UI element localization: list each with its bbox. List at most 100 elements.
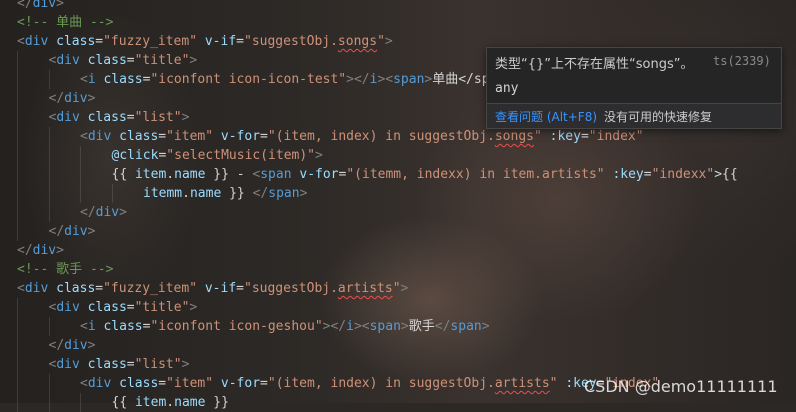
code-token: = bbox=[158, 129, 167, 144]
indent-guide bbox=[17, 146, 49, 165]
code-token: " bbox=[377, 34, 385, 49]
code-token: v-for bbox=[299, 167, 339, 182]
code-token: = bbox=[158, 376, 167, 391]
code-line[interactable]: </div> bbox=[17, 89, 95, 108]
code-token: </ bbox=[434, 319, 451, 334]
code-token: div bbox=[95, 205, 120, 220]
code-token: name bbox=[189, 186, 222, 201]
code-token: < bbox=[80, 319, 88, 334]
code-token: "list" bbox=[134, 110, 182, 125]
code-token: div bbox=[24, 281, 49, 296]
code-token: "item" bbox=[166, 376, 214, 391]
code-token: > bbox=[181, 357, 190, 372]
code-line[interactable]: </div> bbox=[17, 222, 95, 241]
code-token: span bbox=[393, 72, 425, 87]
code-token: item bbox=[134, 167, 167, 182]
indent-guide bbox=[17, 108, 49, 127]
code-token: div bbox=[56, 110, 80, 125]
code-line[interactable]: <div class="list"> bbox=[17, 355, 189, 374]
code-token: class bbox=[103, 319, 143, 334]
code-token: div bbox=[64, 338, 88, 353]
code-line[interactable]: </div> bbox=[17, 203, 127, 222]
indent-guide bbox=[48, 184, 81, 203]
error-squiggle-token: songs bbox=[494, 129, 534, 144]
code-token: v-for bbox=[220, 129, 261, 144]
code-token: :key bbox=[549, 129, 581, 144]
code-token: v-if bbox=[204, 34, 237, 49]
code-token: > bbox=[181, 110, 190, 125]
code-token: > bbox=[384, 34, 393, 49]
code-token: "suggestObj. bbox=[244, 34, 338, 49]
code-token: = bbox=[126, 357, 135, 372]
code-line[interactable]: <div class="item" v-for="(item, index) i… bbox=[17, 127, 644, 146]
code-line[interactable]: <div class="item" v-for="(item, index) i… bbox=[17, 374, 659, 393]
code-token: "title" bbox=[134, 300, 190, 315]
code-token: "indexx" bbox=[651, 167, 715, 182]
code-token: > bbox=[119, 205, 127, 220]
code-token: > bbox=[299, 186, 308, 201]
code-token: "item" bbox=[166, 129, 214, 144]
code-token: = bbox=[126, 110, 135, 125]
code-token: }} - bbox=[205, 167, 253, 182]
code-line[interactable]: {{ item.name }} - <span v-for="(itemm, i… bbox=[17, 165, 738, 184]
code-token: </ bbox=[252, 186, 269, 201]
code-token: </ bbox=[48, 224, 65, 239]
code-token: @click bbox=[111, 148, 159, 163]
view-problem-link[interactable]: 查看问题 (Alt+F8) bbox=[495, 108, 597, 125]
code-token: "iconfont icon-geshou" bbox=[150, 319, 323, 334]
code-token: class bbox=[87, 357, 127, 372]
code-line[interactable]: <i class="iconfont icon-geshou"></i><spa… bbox=[17, 317, 490, 336]
indent-guide bbox=[17, 222, 49, 241]
code-token: > bbox=[87, 338, 96, 353]
code-token: div bbox=[56, 300, 80, 315]
code-token: < bbox=[17, 281, 25, 296]
code-line[interactable]: </div> bbox=[17, 241, 64, 260]
code-token: span bbox=[450, 319, 482, 334]
code-line[interactable]: <div class="list"> bbox=[17, 108, 189, 127]
code-line[interactable]: <!-- 单曲 --> bbox=[17, 13, 113, 32]
code-line[interactable]: <div class="title"> bbox=[17, 298, 197, 317]
code-token: "iconfont icon-icon-test" bbox=[150, 72, 347, 87]
type-info: any bbox=[495, 81, 519, 96]
hover-tooltip: 类型“{}”上不存在属性“songs”。 ts(2339) any 查看问题 (… bbox=[486, 47, 782, 129]
code-token: {{ bbox=[111, 167, 135, 182]
code-token: = bbox=[260, 376, 268, 391]
code-token: span bbox=[260, 167, 292, 182]
code-token: class bbox=[119, 376, 159, 391]
indent-guide bbox=[48, 203, 81, 222]
error-code: ts(2339) bbox=[713, 54, 771, 68]
code-token: span bbox=[268, 186, 300, 201]
code-line[interactable]: <!-- 歌手 --> bbox=[17, 260, 113, 279]
code-token: class bbox=[87, 110, 127, 125]
indent-guide bbox=[80, 146, 112, 165]
code-line[interactable]: <div class="fuzzy_item" v-if="suggestObj… bbox=[17, 32, 393, 51]
code-token: >< bbox=[353, 319, 370, 334]
indent-guide bbox=[17, 203, 49, 222]
code-token: " bbox=[392, 281, 401, 296]
code-token: = bbox=[236, 34, 244, 49]
indent-guide bbox=[17, 127, 49, 146]
code-token: div bbox=[24, 34, 49, 49]
code-token: > bbox=[189, 300, 198, 315]
code-line[interactable]: </div> bbox=[17, 336, 95, 355]
code-token: class bbox=[56, 281, 96, 296]
code-line[interactable]: </div> bbox=[17, 0, 64, 13]
code-token: = bbox=[260, 129, 268, 144]
indent-guide bbox=[48, 70, 81, 89]
code-line[interactable]: itemm.name }} </span> bbox=[17, 184, 307, 203]
code-line[interactable]: @click="selectMusic(item)"> bbox=[17, 146, 323, 165]
code-token: = bbox=[95, 34, 104, 49]
code-line[interactable]: <div class="fuzzy_item" v-if="suggestObj… bbox=[17, 279, 408, 298]
code-token: i bbox=[346, 319, 354, 334]
code-line[interactable]: <div class="title"> bbox=[17, 51, 197, 70]
code-token: . bbox=[166, 167, 175, 182]
code-token: }} bbox=[221, 186, 253, 201]
code-line[interactable]: <i class="iconfont icon-icon-test"></i><… bbox=[17, 70, 497, 89]
